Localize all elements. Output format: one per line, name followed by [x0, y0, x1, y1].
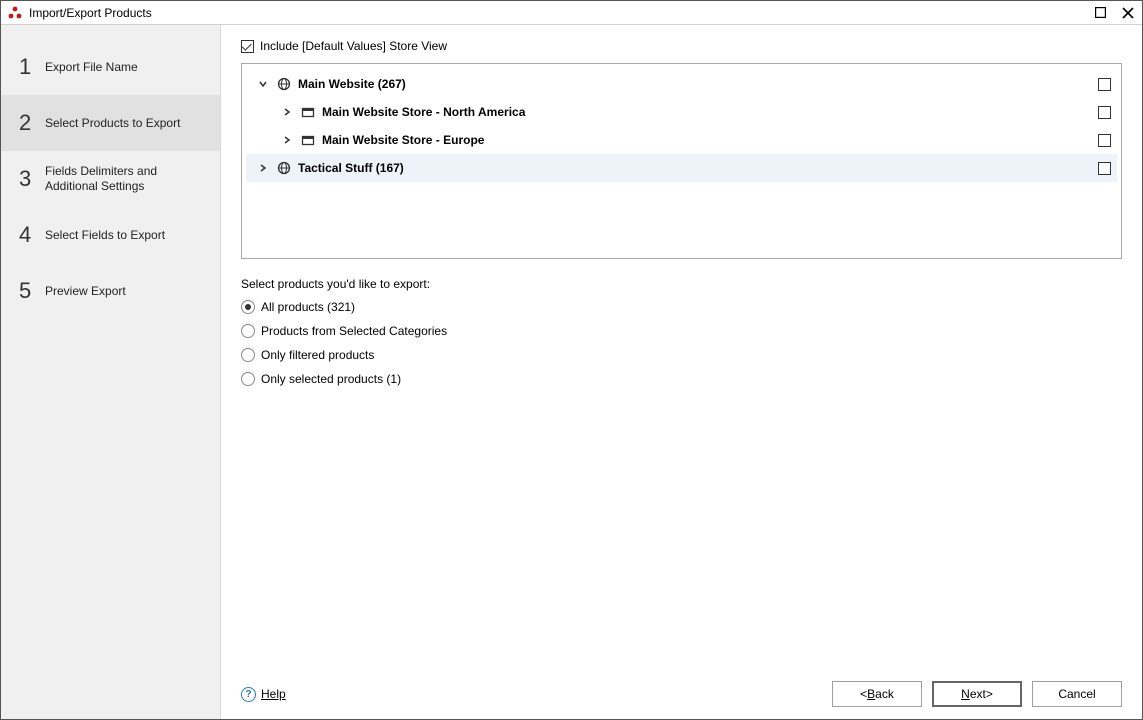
- window-title: Import/Export Products: [29, 6, 1086, 20]
- store-icon: [300, 132, 316, 148]
- radio-label: All products (321): [261, 300, 355, 314]
- cancel-button-label: Cancel: [1058, 687, 1095, 701]
- tree-node-checkbox[interactable]: [1098, 134, 1111, 147]
- chevron-down-icon[interactable]: [256, 77, 270, 91]
- app-logo-icon: [7, 5, 23, 21]
- radio-label: Only filtered products: [261, 348, 374, 362]
- select-products-label: Select products you'd like to export:: [241, 277, 1122, 291]
- radio-all-products[interactable]: All products (321): [241, 297, 1122, 317]
- tree-node-checkbox[interactable]: [1098, 162, 1111, 175]
- product-selection-radio-group: All products (321) Products from Selecte…: [241, 297, 1122, 389]
- step-label: Export File Name: [45, 60, 138, 75]
- step-label: Select Products to Export: [45, 116, 180, 131]
- wizard-step-4[interactable]: 4 Select Fields to Export: [1, 207, 220, 263]
- radio-only-selected[interactable]: Only selected products (1): [241, 369, 1122, 389]
- radio-icon: [241, 300, 255, 314]
- tree-node-label: Main Website Store - North America: [322, 105, 1092, 119]
- tree-row[interactable]: Main Website Store - North America: [246, 98, 1117, 126]
- help-link[interactable]: ? Help: [241, 687, 286, 702]
- radio-only-filtered[interactable]: Only filtered products: [241, 345, 1122, 365]
- radio-label: Only selected products (1): [261, 372, 401, 386]
- wizard-step-5[interactable]: 5 Preview Export: [1, 263, 220, 319]
- tree-node-label: Tactical Stuff (167): [298, 161, 1092, 175]
- wizard-step-2[interactable]: 2 Select Products to Export: [1, 95, 220, 151]
- radio-selected-categories[interactable]: Products from Selected Categories: [241, 321, 1122, 341]
- maximize-button[interactable]: [1086, 1, 1114, 25]
- checkbox-icon: [241, 40, 254, 53]
- radio-icon: [241, 324, 255, 338]
- chevron-right-icon[interactable]: [256, 161, 270, 175]
- help-label: Help: [261, 687, 286, 701]
- globe-icon: [276, 160, 292, 176]
- step-label: Select Fields to Export: [45, 228, 165, 243]
- tree-node-checkbox[interactable]: [1098, 106, 1111, 119]
- store-icon: [300, 104, 316, 120]
- cancel-button[interactable]: Cancel: [1032, 681, 1122, 707]
- globe-icon: [276, 76, 292, 92]
- step-number: 2: [19, 110, 45, 136]
- next-button[interactable]: Next >: [932, 681, 1022, 707]
- tree-node-label: Main Website Store - Europe: [322, 133, 1092, 147]
- step-number: 4: [19, 222, 45, 248]
- step-label: Fields Delimiters and Additional Setting…: [45, 164, 210, 194]
- titlebar: Import/Export Products: [1, 1, 1142, 25]
- wizard-step-3[interactable]: 3 Fields Delimiters and Additional Setti…: [1, 151, 220, 207]
- help-icon: ?: [241, 687, 256, 702]
- include-default-values-checkbox[interactable]: Include [Default Values] Store View: [241, 39, 1122, 53]
- tree-row[interactable]: Main Website Store - Europe: [246, 126, 1117, 154]
- step-number: 5: [19, 278, 45, 304]
- next-button-label: ext: [970, 687, 986, 701]
- step-number: 1: [19, 54, 45, 80]
- step-label: Preview Export: [45, 284, 126, 299]
- wizard-step-1[interactable]: 1 Export File Name: [1, 39, 220, 95]
- tree-row[interactable]: Tactical Stuff (167): [246, 154, 1117, 182]
- tree-node-checkbox[interactable]: [1098, 78, 1111, 91]
- close-button[interactable]: [1114, 1, 1142, 25]
- chevron-right-icon[interactable]: [280, 133, 294, 147]
- checkbox-label: Include [Default Values] Store View: [260, 39, 447, 53]
- tree-node-label: Main Website (267): [298, 77, 1092, 91]
- wizard-sidebar: 1 Export File Name 2 Select Products to …: [1, 25, 221, 719]
- radio-icon: [241, 372, 255, 386]
- back-button[interactable]: < Back: [832, 681, 922, 707]
- radio-icon: [241, 348, 255, 362]
- back-button-label: ack: [875, 687, 894, 701]
- step-number: 3: [19, 166, 45, 192]
- website-tree[interactable]: Main Website (267) Main Website Store - …: [241, 63, 1122, 259]
- tree-row[interactable]: Main Website (267): [246, 70, 1117, 98]
- chevron-right-icon[interactable]: [280, 105, 294, 119]
- radio-label: Products from Selected Categories: [261, 324, 447, 338]
